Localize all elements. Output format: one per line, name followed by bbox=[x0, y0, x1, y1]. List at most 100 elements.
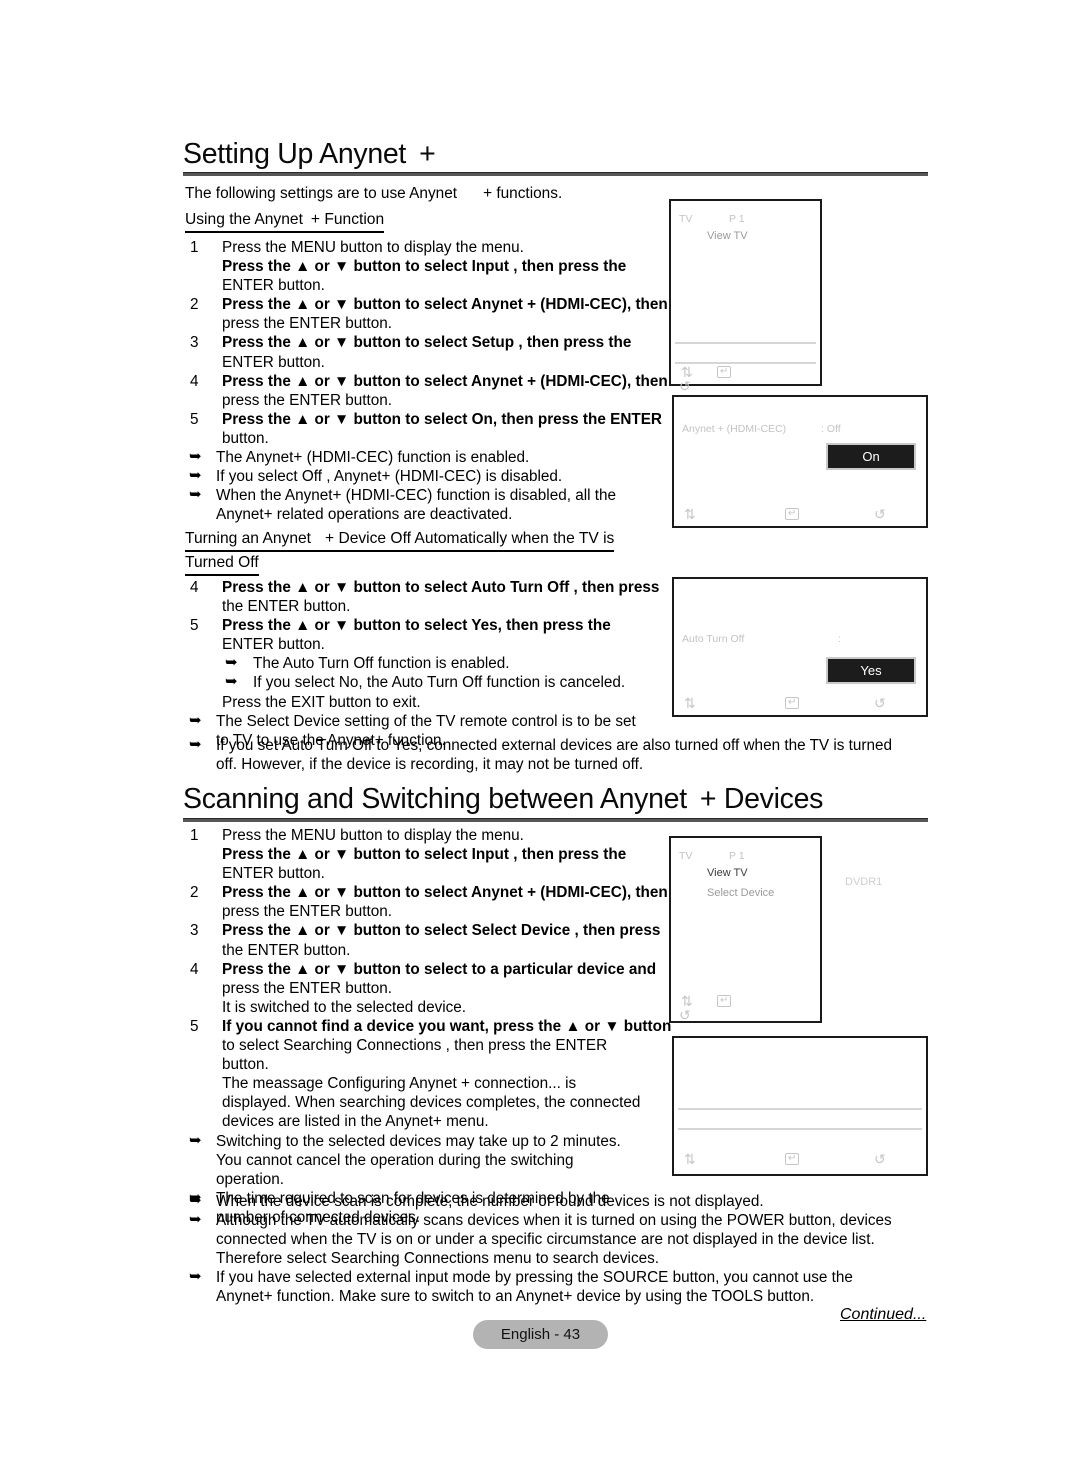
step-line: the ENTER button. bbox=[222, 598, 351, 616]
enter-key-icon: ↵ bbox=[785, 508, 800, 520]
tv-menu-item-view-tv[interactable]: View TV bbox=[707, 230, 748, 242]
arrow-bullet-icon: ➥ bbox=[189, 1210, 202, 1229]
subheading-part-b: + Function bbox=[310, 211, 385, 228]
step-number: 5 bbox=[190, 410, 199, 428]
tv-footer-icons: ⇅ ↵ ↺ bbox=[671, 993, 820, 1023]
step-line: button. bbox=[222, 1056, 269, 1074]
note-bullet: ➥ When the device scan is complete, the … bbox=[185, 1191, 945, 1211]
note-line: off. However, if the device is recording… bbox=[216, 756, 644, 774]
note-line: If you select Off , Anynet+ (HDMI-CEC) i… bbox=[216, 468, 563, 486]
tv-highlight-strip bbox=[675, 342, 816, 364]
subheading2-part-a: Turning an Anynet bbox=[185, 530, 311, 547]
manual-page: Setting Up Anynet + The following setting… bbox=[0, 0, 1080, 1464]
step-line: ENTER button. bbox=[222, 636, 325, 654]
note-bullet-indented: ➥ The Auto Turn Off function is enabled. bbox=[185, 653, 655, 673]
enter-key-icon: ↵ bbox=[785, 1153, 800, 1165]
step-number: 1 bbox=[190, 239, 199, 256]
step-line: Press the ▲ or ▼ button to select On, th… bbox=[222, 410, 662, 428]
updown-arrow-icon: ⇅ bbox=[684, 696, 696, 712]
step-item: 5 Press the ▲ or ▼ button to select Yes,… bbox=[185, 616, 655, 654]
section2-title-part-a: Scanning and Switching between Anynet bbox=[183, 783, 687, 815]
step-line: ENTER button. bbox=[222, 865, 325, 883]
arrow-bullet-icon: ➥ bbox=[189, 447, 202, 466]
tv-setting-label-auto-turn-off: Auto Turn Off bbox=[682, 633, 745, 645]
step-line: press the ENTER button. bbox=[222, 315, 393, 333]
tv-label-channel: P 1 bbox=[729, 850, 745, 862]
note-line: operation. bbox=[216, 1170, 285, 1188]
step-line: Press the ▲ or ▼ button to select Select… bbox=[222, 922, 661, 940]
page-number-label: English - 43 bbox=[500, 1326, 581, 1343]
note-bullet: ➥ If you set Auto Turn Off to Yes, conne… bbox=[185, 735, 935, 774]
step-line: devices are listed in the Anynet+ menu. bbox=[222, 1113, 489, 1131]
note-line: The Anynet+ (HDMI-CEC) function is enabl… bbox=[216, 449, 530, 467]
step-line: Press the ▲ or ▼ button to select Input … bbox=[222, 258, 627, 276]
step-item: 1 Press the MENU button to display the m… bbox=[185, 238, 655, 295]
tv-setting-label-anynet: Anynet + (HDMI-CEC) bbox=[682, 423, 787, 435]
step-line: If you cannot find a device you want, pr… bbox=[222, 1017, 672, 1035]
arrow-bullet-icon: ➥ bbox=[189, 1130, 202, 1149]
enter-key-icon: ↵ bbox=[717, 366, 732, 378]
note-bullet: ➥ If you have selected external input mo… bbox=[185, 1267, 945, 1306]
tv-footer-icons: ⇅ ↵ ↺ bbox=[674, 500, 926, 530]
step-line: displayed. When searching devices comple… bbox=[222, 1094, 641, 1112]
subheading-turning-device-off-line2: Turned Off bbox=[185, 554, 259, 576]
step-line: to select Searching Connections , then p… bbox=[222, 1037, 608, 1055]
step-item: 4 Press the ▲ or ▼ button to select to a… bbox=[185, 960, 656, 1017]
section-title-scanning-switching: Scanning and Switching between Anynet + D… bbox=[183, 783, 823, 816]
step-item: 3 Press the ▲ or ▼ button to select Sele… bbox=[185, 921, 661, 959]
tv-option-highlight-on[interactable]: On bbox=[826, 443, 916, 470]
step-number: 2 bbox=[190, 296, 199, 314]
step-line: press the ENTER button. bbox=[222, 391, 393, 409]
tv-menu-item-view-tv[interactable]: View TV bbox=[707, 867, 748, 879]
step-item: 2 Press the ▲ or ▼ button to select Anyn… bbox=[185, 295, 668, 333]
tv-footer-icons: ⇅ ↵ ↺ bbox=[674, 689, 926, 719]
return-arrow-icon: ↺ bbox=[679, 379, 691, 395]
step-item: 5 If you cannot find a device you want, … bbox=[185, 1017, 672, 1132]
note-line: When the Anynet+ (HDMI-CEC) function is … bbox=[216, 487, 617, 505]
section1-title-plus: + bbox=[419, 138, 436, 170]
note-line: If you have selected external input mode… bbox=[216, 1269, 853, 1287]
note-line: Anynet+ related operations are deactivat… bbox=[216, 506, 513, 524]
note-line: The Select Device setting of the TV remo… bbox=[216, 712, 636, 730]
note-line: If you set Auto Turn Off to Yes, connect… bbox=[216, 737, 893, 754]
section1b-steps-list: 4 Press the ▲ or ▼ button to select Auto… bbox=[185, 578, 659, 750]
tv-menu-item-select-device[interactable]: Select Device bbox=[707, 887, 774, 899]
page-number-badge: English - 43 bbox=[473, 1320, 608, 1349]
tv-device-label-dvdr1: DVDR1 bbox=[845, 876, 883, 888]
step-item: 4 Press the ▲ or ▼ button to select Auto… bbox=[185, 578, 659, 616]
tv-option-highlight-yes[interactable]: Yes bbox=[826, 657, 916, 684]
subheading2-line2: Turned Off bbox=[185, 554, 259, 571]
updown-arrow-icon: ⇅ bbox=[681, 994, 693, 1010]
step-line: Press the ▲ or ▼ button to select Anynet… bbox=[222, 372, 668, 390]
note-bullet: ➥ When the Anynet+ (HDMI-CEC) function i… bbox=[185, 485, 655, 524]
step-number: 4 bbox=[190, 372, 199, 390]
section2-wide-notes: ➥ When the device scan is complete, the … bbox=[185, 1191, 945, 1307]
tv-screen-mock-2: Anynet + (HDMI-CEC) : Off On ⇅ ↵ ↺ bbox=[672, 395, 928, 528]
step-item: 4 Press the ▲ or ▼ button to select Anyn… bbox=[185, 372, 668, 410]
tv-footer-icons: ⇅ ↵ ↺ bbox=[671, 364, 820, 394]
step-number: 4 bbox=[190, 579, 199, 596]
step-line: Press the MENU button to display the men… bbox=[222, 827, 524, 844]
step-line: Press the ▲ or ▼ button to select Yes, t… bbox=[222, 617, 611, 635]
arrow-bullet-icon: ➥ bbox=[189, 1267, 202, 1286]
step-number: 5 bbox=[190, 1017, 199, 1035]
updown-arrow-icon: ⇅ bbox=[681, 365, 693, 381]
note-line: If you select No, the Auto Turn Off func… bbox=[253, 674, 626, 692]
step-number: 5 bbox=[190, 617, 199, 635]
step-line: Press the ▲ or ▼ button to select Setup … bbox=[222, 334, 632, 352]
arrow-bullet-icon: ➥ bbox=[225, 672, 238, 691]
arrow-bullet-icon: ➥ bbox=[189, 735, 202, 753]
tv-footer-icons: ⇅ ↵ ↺ bbox=[674, 1141, 926, 1171]
return-arrow-icon: ↺ bbox=[874, 507, 886, 523]
note-bullet: ➥ The Anynet+ (HDMI-CEC) function is ena… bbox=[185, 447, 655, 467]
note-line: connected when the TV is on or under a s… bbox=[216, 1231, 875, 1249]
note-line: Although the TV automatically scans devi… bbox=[216, 1212, 892, 1230]
tv-option-label-yes: Yes bbox=[860, 663, 882, 678]
step-line: ENTER button. bbox=[222, 353, 325, 371]
tv-option-label-on: On bbox=[862, 449, 880, 464]
section1-steps-list: 1 Press the MENU button to display the m… bbox=[185, 238, 668, 524]
step-line: It is switched to the selected device. bbox=[222, 998, 467, 1016]
note-line: Anynet+ function. Make sure to switch to… bbox=[216, 1288, 815, 1306]
arrow-bullet-icon: ➥ bbox=[225, 653, 238, 672]
tv-highlight-strip bbox=[678, 1108, 922, 1130]
